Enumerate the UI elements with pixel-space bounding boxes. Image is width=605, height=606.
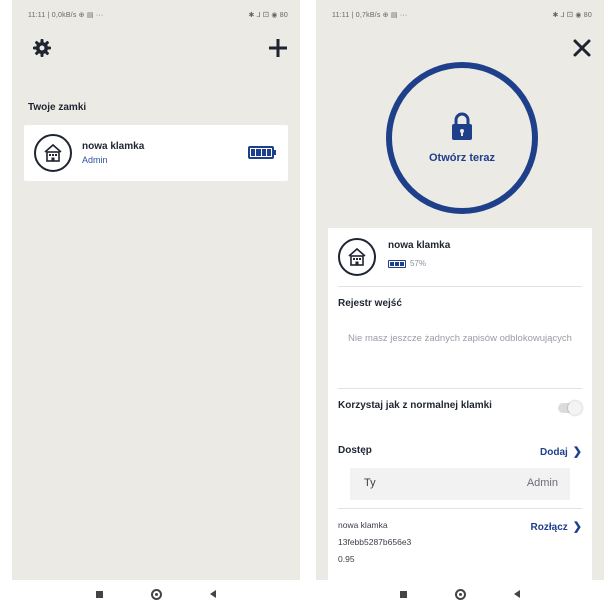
status-icons: ✱ ⅃ ⚀ ◉ 80	[248, 12, 288, 19]
back-button[interactable]	[210, 590, 216, 598]
back-button[interactable]	[514, 590, 520, 598]
android-nav-bar	[316, 582, 604, 606]
normal-handle-toggle[interactable]	[558, 401, 582, 415]
avatar	[338, 238, 376, 276]
close-icon	[573, 39, 591, 57]
building-icon	[44, 143, 62, 162]
lock-icon	[452, 112, 472, 140]
status-icons: ✱ ⅃ ⚀ ◉ 80	[552, 12, 592, 19]
plus-icon	[269, 39, 287, 57]
disconnect-label: Rozłącz	[530, 522, 568, 533]
open-now-button[interactable]: Otwórz teraz	[386, 62, 538, 214]
add-access-label: Dodaj	[540, 447, 568, 458]
lock-name: nowa klamka	[388, 240, 451, 251]
recents-button[interactable]	[400, 590, 407, 598]
lock-list-item[interactable]: nowa klamka Admin	[24, 125, 288, 181]
disconnect-button[interactable]: Rozłącz ❯	[531, 520, 582, 533]
home-button[interactable]	[151, 588, 162, 600]
status-bar: 11:11 | 0,0kB/s ⊕ ▤ ··· ✱ ⅃ ⚀ ◉ 80	[12, 0, 300, 30]
lock-detail-panel: nowa klamka 57% Rejestr wejść Nie masz j…	[328, 228, 592, 580]
lock-detail-screen: 11:11 | 0,7kB/s ⊕ ▤ ··· ✱ ⅃ ⚀ ◉ 80 Otwór…	[316, 0, 604, 580]
status-time: 11:11 | 0,0kB/s ⊕ ▤ ···	[28, 12, 104, 19]
entry-log-title: Rejestr wejść	[338, 298, 402, 309]
battery-icon	[388, 260, 406, 268]
access-title: Dostęp	[338, 445, 372, 456]
home-button[interactable]	[455, 588, 466, 600]
lock-role: Admin	[82, 155, 108, 165]
recents-button[interactable]	[96, 590, 103, 598]
gear-icon	[33, 39, 51, 57]
access-user-name: Ty	[364, 477, 376, 489]
entry-log-empty-message: Nie masz jeszcze żadnych zapisów odbloko…	[348, 333, 572, 344]
chevron-right-icon: ❯	[572, 521, 582, 533]
add-access-button[interactable]: Dodaj ❯	[540, 445, 582, 458]
device-id: 13febb5287b656e3	[338, 537, 412, 547]
normal-handle-label: Korzystaj jak z normalnej klamki	[338, 400, 492, 411]
section-title: Twoje zamki	[28, 102, 87, 113]
lock-name: nowa klamka	[82, 141, 145, 152]
locks-list-screen: 11:11 | 0,0kB/s ⊕ ▤ ··· ✱ ⅃ ⚀ ◉ 80 Twoje…	[12, 0, 300, 580]
divider	[338, 508, 582, 509]
avatar	[34, 134, 72, 172]
close-button[interactable]	[570, 36, 594, 60]
device-version: 0.95	[338, 554, 355, 564]
access-user-role: Admin	[526, 477, 558, 489]
add-lock-button[interactable]	[266, 36, 290, 60]
divider	[338, 388, 582, 389]
battery-icon	[248, 146, 276, 159]
toggle-knob	[568, 401, 582, 415]
device-name: nowa klamka	[338, 520, 388, 530]
battery-percentage: 57%	[410, 259, 427, 268]
access-user-row[interactable]: Ty Admin	[350, 468, 570, 500]
settings-button[interactable]	[30, 36, 54, 60]
divider	[338, 286, 582, 287]
android-nav-bar	[12, 582, 300, 606]
building-icon	[348, 247, 366, 266]
status-time: 11:11 | 0,7kB/s ⊕ ▤ ···	[332, 12, 408, 19]
open-now-label: Otwórz teraz	[428, 152, 495, 164]
chevron-right-icon: ❯	[572, 446, 582, 458]
status-bar: 11:11 | 0,7kB/s ⊕ ▤ ··· ✱ ⅃ ⚀ ◉ 80	[316, 0, 604, 30]
